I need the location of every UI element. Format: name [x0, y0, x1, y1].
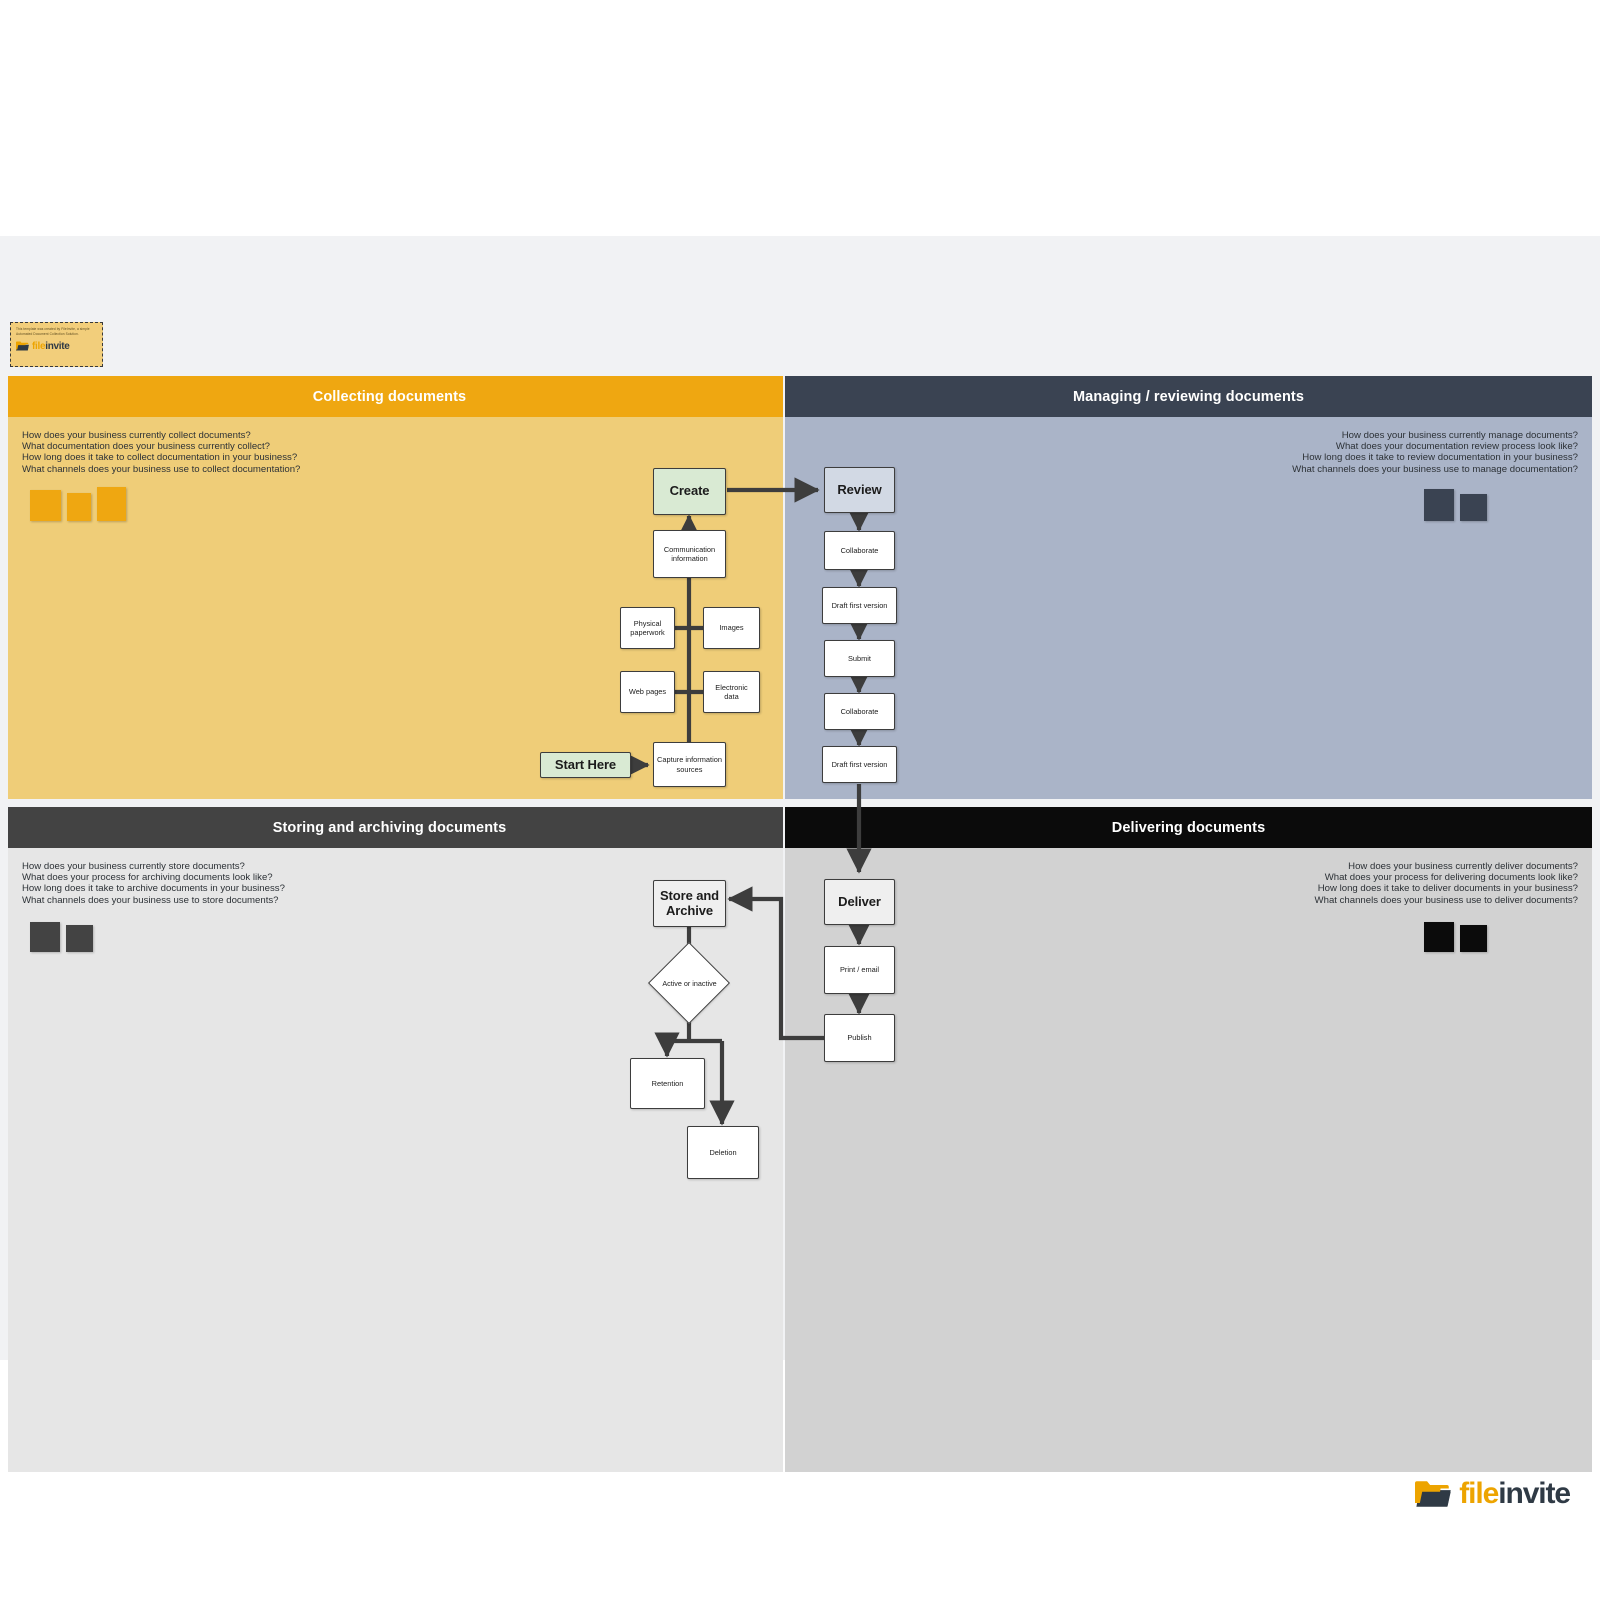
quadrant-title-managing: Managing / reviewing documents	[1072, 388, 1304, 405]
folder-icon	[1415, 1481, 1452, 1507]
footer-wordmark: fileinvite	[1459, 1477, 1571, 1511]
quadrant-managing-documents[interactable]: Managing / reviewing documents How does …	[785, 376, 1592, 799]
node-draft-first-version-1[interactable]: Draft first version	[822, 587, 897, 624]
sticky-chip[interactable]	[1460, 494, 1487, 521]
node-images[interactable]: Images	[703, 607, 760, 649]
sticky-chip-group-collecting[interactable]	[30, 487, 126, 521]
node-deliver[interactable]: Deliver	[824, 879, 895, 925]
footer-wordmark-file: file	[1459, 1477, 1499, 1510]
promo-blurb: This template was created by FileInvite,…	[16, 327, 90, 336]
sticky-chip[interactable]	[1460, 925, 1487, 952]
quadrant-header-storing: Storing and archiving documents	[8, 807, 783, 848]
quadrant-title-delivering: Delivering documents	[1111, 819, 1266, 836]
sticky-chip[interactable]	[30, 922, 60, 952]
decision-active-or-inactive-label: Active or inactive	[662, 978, 717, 988]
sticky-chip[interactable]	[1424, 922, 1454, 952]
node-physical-paperwork[interactable]: Physical paperwork	[620, 607, 675, 649]
promo-wordmark: fileinvite	[32, 341, 70, 352]
sticky-chip[interactable]	[66, 925, 93, 952]
node-collaborate-1[interactable]: Collaborate	[824, 531, 895, 570]
quadrant-body-storing: How does your business currently store d…	[8, 848, 783, 1472]
node-capture-information-sources[interactable]: Capture information sources	[653, 742, 726, 787]
node-review[interactable]: Review	[824, 467, 895, 513]
quadrant-body-managing: How does your business currently manage …	[785, 417, 1592, 799]
quadrant-header-delivering: Delivering documents	[785, 807, 1592, 848]
sticky-chip-group-storing[interactable]	[30, 922, 93, 952]
folder-icon	[16, 341, 29, 351]
node-start-here[interactable]: Start Here	[540, 752, 631, 778]
node-publish[interactable]: Publish	[824, 1014, 895, 1062]
sticky-chip[interactable]	[67, 493, 91, 521]
promo-wordmark-file: file	[32, 340, 46, 352]
questions-collecting: How does your business currently collect…	[22, 430, 301, 475]
node-electronic-data[interactable]: Electronic data	[703, 671, 760, 713]
sticky-chip[interactable]	[97, 487, 126, 521]
questions-storing: How does your business currently store d…	[22, 861, 285, 906]
sticky-chip[interactable]	[1424, 489, 1454, 521]
node-deletion[interactable]: Deletion	[687, 1126, 759, 1179]
quadrant-header-managing: Managing / reviewing documents	[785, 376, 1592, 417]
screenshot-stage: This template was created by FileInvite,…	[0, 0, 1600, 1600]
node-print-email[interactable]: Print / email	[824, 946, 895, 994]
node-draft-first-version-2[interactable]: Draft first version	[822, 746, 897, 783]
sticky-chip[interactable]	[30, 490, 61, 521]
quadrant-title-collecting: Collecting documents	[312, 388, 467, 405]
node-submit[interactable]: Submit	[824, 640, 895, 677]
whiteboard-canvas[interactable]: This template was created by FileInvite,…	[0, 236, 1600, 1510]
quadrant-header-collecting: Collecting documents	[8, 376, 783, 417]
node-store-and-archive[interactable]: Store and Archive	[653, 880, 726, 927]
node-retention[interactable]: Retention	[630, 1058, 705, 1109]
questions-delivering: How does your business currently deliver…	[1314, 861, 1578, 906]
sticky-chip-group-managing[interactable]	[1424, 489, 1487, 521]
promo-logo-lockup: fileinvite	[16, 341, 97, 352]
quadrant-body-delivering: How does your business currently deliver…	[785, 848, 1592, 1472]
node-communication-information[interactable]: Communication information	[653, 530, 726, 578]
sticky-chip-group-delivering[interactable]	[1424, 922, 1487, 952]
node-create[interactable]: Create	[653, 468, 726, 515]
footer-wordmark-invite: invite	[1498, 1477, 1571, 1510]
promo-wordmark-invite: invite	[45, 340, 70, 352]
node-web-pages[interactable]: Web pages	[620, 671, 675, 713]
node-collaborate-2[interactable]: Collaborate	[824, 693, 895, 730]
fileinvite-footer-logo: fileinvite	[1415, 1477, 1571, 1511]
quadrant-collecting-documents[interactable]: Collecting documents How does your busin…	[8, 376, 783, 799]
questions-managing: How does your business currently manage …	[1292, 430, 1578, 475]
quadrant-title-storing: Storing and archiving documents	[272, 819, 507, 836]
fileinvite-promo-sticker[interactable]: This template was created by FileInvite,…	[10, 322, 103, 367]
quadrant-delivering-documents[interactable]: Delivering documents How does your busin…	[785, 807, 1592, 1472]
